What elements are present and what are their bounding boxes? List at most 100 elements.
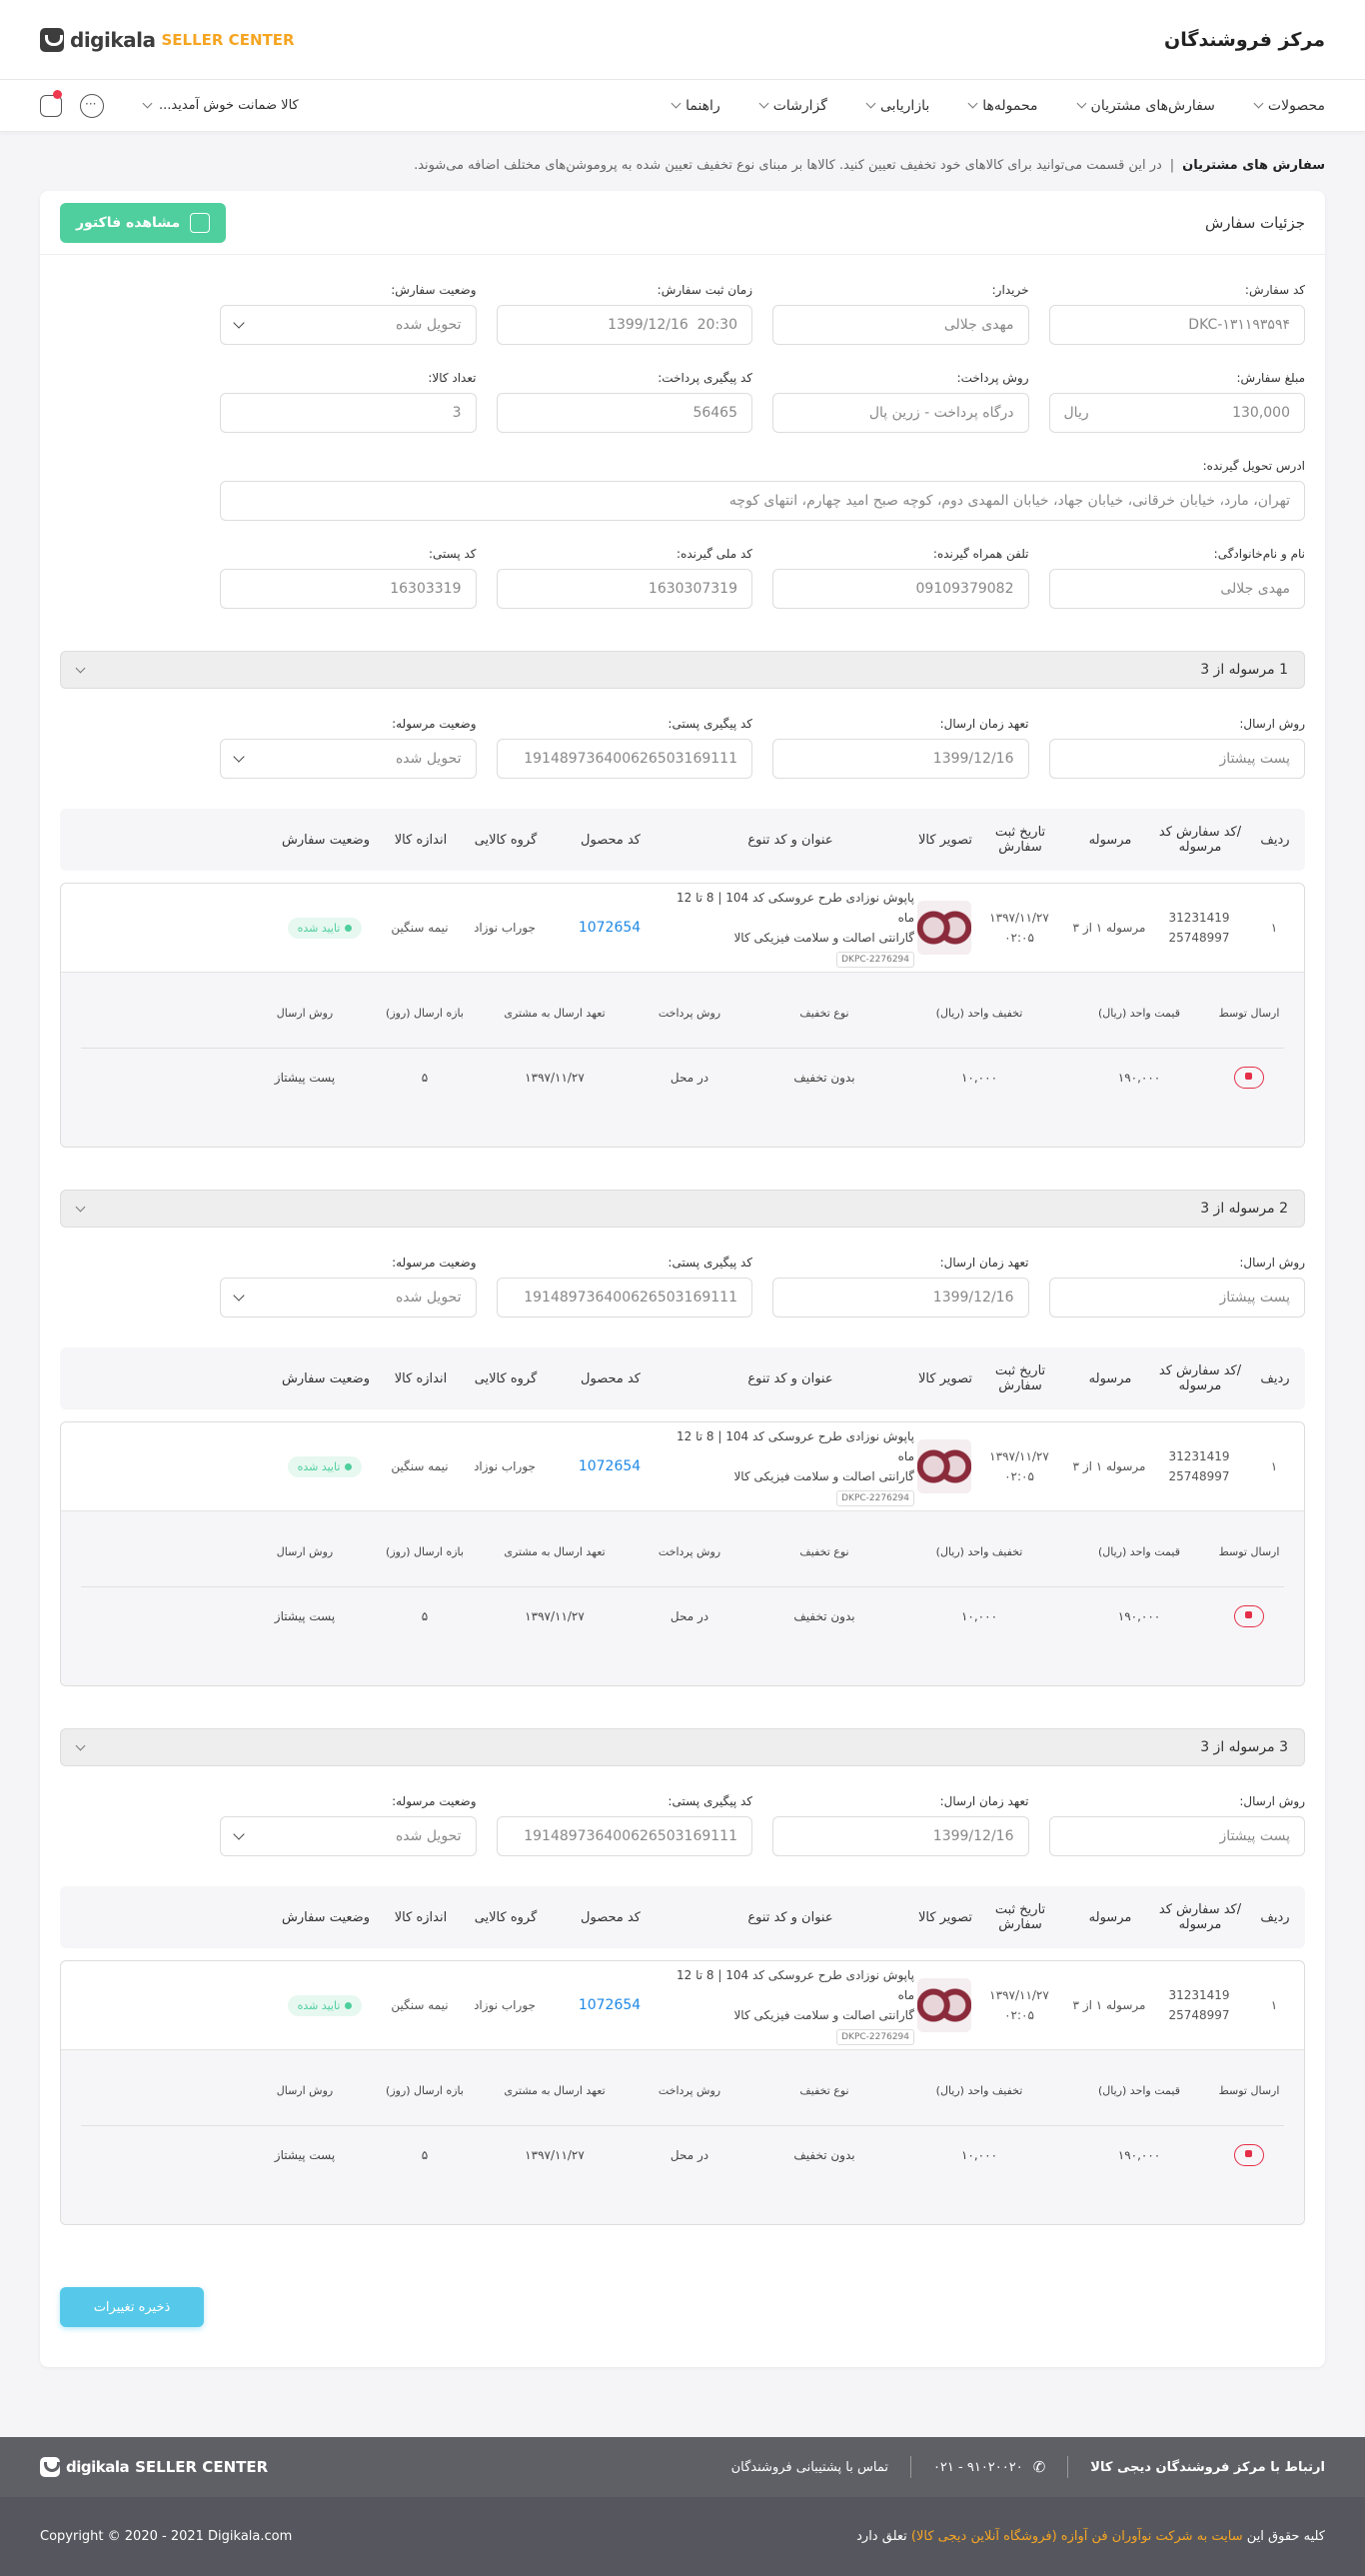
main-nav: کالا ضمانت خوش آمدید... محصولات سفارش‌ها… xyxy=(0,80,1365,132)
shipping-method-field[interactable]: پست پیشتاز xyxy=(1048,1816,1305,1856)
sku-tag: DKPC-2276294 xyxy=(836,1490,914,1506)
row-number: ۱ xyxy=(1270,1459,1278,1473)
guarantee-dropdown[interactable]: کالا ضمانت خوش آمدید... xyxy=(142,98,299,113)
chevron-down-icon xyxy=(671,98,682,109)
nav-item-marketing[interactable]: بازاریابی xyxy=(865,98,929,114)
logo-subtext: SELLER CENTER xyxy=(161,30,295,49)
view-invoice-label: مشاهده فاکتور xyxy=(76,214,181,231)
payment-method-label: روش پرداخت: xyxy=(956,371,1029,385)
table-row: ۱ 31231419 25748997 مرسوله ۱ از ۳ ۱۳۹۷/۱۱… xyxy=(60,1421,1305,1686)
col-group: گروه کالایی xyxy=(474,832,538,848)
shipping-commit-field[interactable]: 1399/12/16 xyxy=(772,1816,1029,1856)
col-package: مرسوله xyxy=(1088,1909,1132,1925)
delivery-method: پست پیشتاز xyxy=(274,1609,336,1623)
postal-tracking-field[interactable]: 19148973640062650316911‪1 xyxy=(496,1278,752,1317)
sub-col-sender: ارسال توسط xyxy=(1218,1545,1280,1558)
footer-contact-title: ارتباط با مرکز فروشندگان دیجی کالا xyxy=(1090,2459,1325,2475)
payment-method-field[interactable]: درگاه پرداخت - زرین پال xyxy=(772,393,1029,433)
sub-col-commit: تعهد ارسال به مشتری xyxy=(504,2084,606,2097)
row-number: ۱ xyxy=(1270,921,1278,935)
address-label: ادرس تحویل گیرنده: xyxy=(1202,459,1305,473)
product-code-link[interactable]: 1072654 xyxy=(555,1458,665,1474)
package-accordion[interactable]: 3 مرسوله از 3 xyxy=(60,1728,1305,1766)
nav-item-shipments[interactable]: محموله‌ها xyxy=(967,98,1038,114)
col-date: تاریخ ثبت سفارش xyxy=(994,1363,1046,1393)
status-dot-icon xyxy=(345,1462,353,1470)
order-details-card: مشاهده فاکتور جزئیات سفارش کد سفارش: DKC-… xyxy=(40,191,1325,2367)
address-field[interactable]: تهران، مارد، خیابان خرقانی، خیابان جهاد،… xyxy=(220,481,1305,521)
shipping-method-field[interactable]: پست پیشتاز xyxy=(1048,739,1305,779)
nav-item-reports[interactable]: گزارشات xyxy=(758,98,827,114)
recipient-phone-field[interactable]: 09109379082 xyxy=(772,569,1029,609)
chat-icon[interactable] xyxy=(80,93,104,118)
package-status-select[interactable]: تحویل شده xyxy=(220,1816,477,1856)
product-code-link[interactable]: 1072654 xyxy=(555,1997,665,2013)
divider xyxy=(909,2456,911,2478)
nav-item-products[interactable]: محصولات xyxy=(1253,98,1325,114)
product-image[interactable] xyxy=(917,1439,971,1493)
order-status-select[interactable]: تحویل شده xyxy=(220,305,477,345)
digikala-sender-icon[interactable] xyxy=(1234,1067,1264,1089)
col-title: عنوان و کد تنوع xyxy=(747,1909,833,1925)
sub-col-price: قیمت واحد (ریال) xyxy=(1098,2084,1180,2097)
package-status-select[interactable]: تحویل شده xyxy=(220,739,477,779)
package-status-label: وضعیت مرسوله: xyxy=(392,1256,477,1270)
package-form: روش ارسال: پست پیشتاز تعهد زمان ارسال: 139… xyxy=(40,1228,1325,1317)
product-image[interactable] xyxy=(917,901,971,955)
view-invoice-button[interactable]: مشاهده فاکتور xyxy=(60,202,227,243)
package-accordion[interactable]: 2 مرسوله از 3 xyxy=(60,1190,1305,1228)
product-group: جوراب نوزاد xyxy=(474,1459,536,1473)
card-title: جزئیات سفارش xyxy=(1205,213,1305,232)
shipping-method-field[interactable]: پست پیشتاز xyxy=(1048,1278,1305,1317)
package-status-select[interactable]: تحویل شده xyxy=(220,1278,477,1317)
order-status-label: وضعیت سفارش: xyxy=(391,283,477,297)
col-status: وضعیت سفارش xyxy=(282,832,370,848)
postal-code-label: کد پستی: xyxy=(428,547,477,561)
payment-tracking-field[interactable]: 56465 xyxy=(496,393,752,433)
product-title: پاپوش نوزادی طرح عروسکی کد 104 | 8 تا 12… xyxy=(665,1965,914,2045)
digikala-logo[interactable]: digikala SELLER CENTER xyxy=(40,27,295,52)
product-image[interactable] xyxy=(917,1978,971,2032)
order-time-field[interactable]: 1399/12/16 20:30 xyxy=(496,305,752,345)
package-accordion[interactable]: 1 مرسوله از 3 xyxy=(60,651,1305,689)
items-table-header: ردیف /کد سفارش کد مرسوله مرسوله تاریخ ثب… xyxy=(60,1347,1305,1409)
shipping-commit-field[interactable]: 1399/12/16 xyxy=(772,1278,1029,1317)
nav-item-customer-orders[interactable]: سفارش‌های مشتریان xyxy=(1076,98,1215,114)
col-order-code: /کد سفارش کد مرسوله xyxy=(1158,825,1242,855)
sub-col-sender: ارسال توسط xyxy=(1218,1007,1280,1020)
order-amount-field[interactable]: 130,000 ریال xyxy=(1048,393,1305,433)
col-date: تاریخ ثبت سفارش xyxy=(994,825,1046,855)
col-row: ردیف xyxy=(1260,1370,1290,1386)
product-code-link[interactable]: 1072654 xyxy=(555,920,665,936)
delivery-commit: ۱۳۹۷/۱۱/۲۷ xyxy=(525,1609,585,1623)
breadcrumb-title[interactable]: سفارش های مشتریان xyxy=(1182,158,1325,173)
col-image: تصویر کالا xyxy=(917,832,973,848)
product-size: نیمه سنگین xyxy=(391,921,449,935)
logo-text: digikala xyxy=(70,27,156,52)
item-count-field[interactable]: 3 xyxy=(220,393,477,433)
digikala-sender-icon[interactable] xyxy=(1234,2144,1264,2166)
breadcrumb: سفارش های مشتریان | در این قسمت می‌توانی… xyxy=(0,132,1365,191)
footer-phone[interactable]: ✆ ۰۲۱ - ۹۱۰۲۰۰۲۰ xyxy=(933,2458,1045,2476)
nav-item-help[interactable]: راهنما xyxy=(671,98,720,114)
chevron-down-icon xyxy=(758,98,769,109)
order-time-label: زمان ثبت سفارش: xyxy=(657,283,752,297)
cart-icon[interactable] xyxy=(40,89,62,117)
postal-tracking-field[interactable]: 19148973640062650316911‪1 xyxy=(496,1816,752,1856)
buyer-field[interactable]: مهدی جلالی xyxy=(772,305,1029,345)
digikala-sender-icon[interactable] xyxy=(1234,1605,1264,1627)
col-image: تصویر کالا xyxy=(917,1370,973,1386)
col-size: اندازه کالا xyxy=(394,1909,448,1925)
national-id-label: کد ملی گیرنده: xyxy=(677,547,752,561)
divider xyxy=(1067,2456,1069,2478)
save-changes-button[interactable]: ذخیره تغییرات xyxy=(60,2287,204,2327)
support-link[interactable]: تماس با پشتیبانی فروشندگان xyxy=(731,2460,888,2475)
recipient-name-field[interactable]: مهدی جلالی xyxy=(1048,569,1305,609)
col-group: گروه کالایی xyxy=(474,1909,538,1925)
footer-logo[interactable]: digikala SELLER CENTER xyxy=(40,2457,268,2477)
order-code-field[interactable]: DKC-۱۳۱۱۹۳۵۹۴ xyxy=(1048,305,1305,345)
postal-tracking-field[interactable]: 19148973640062650316911‪1 xyxy=(496,739,752,779)
postal-code-field[interactable]: 16303319 xyxy=(220,569,477,609)
shipping-commit-field[interactable]: 1399/12/16 xyxy=(772,739,1029,779)
national-id-field[interactable]: 1630307319 xyxy=(496,569,752,609)
